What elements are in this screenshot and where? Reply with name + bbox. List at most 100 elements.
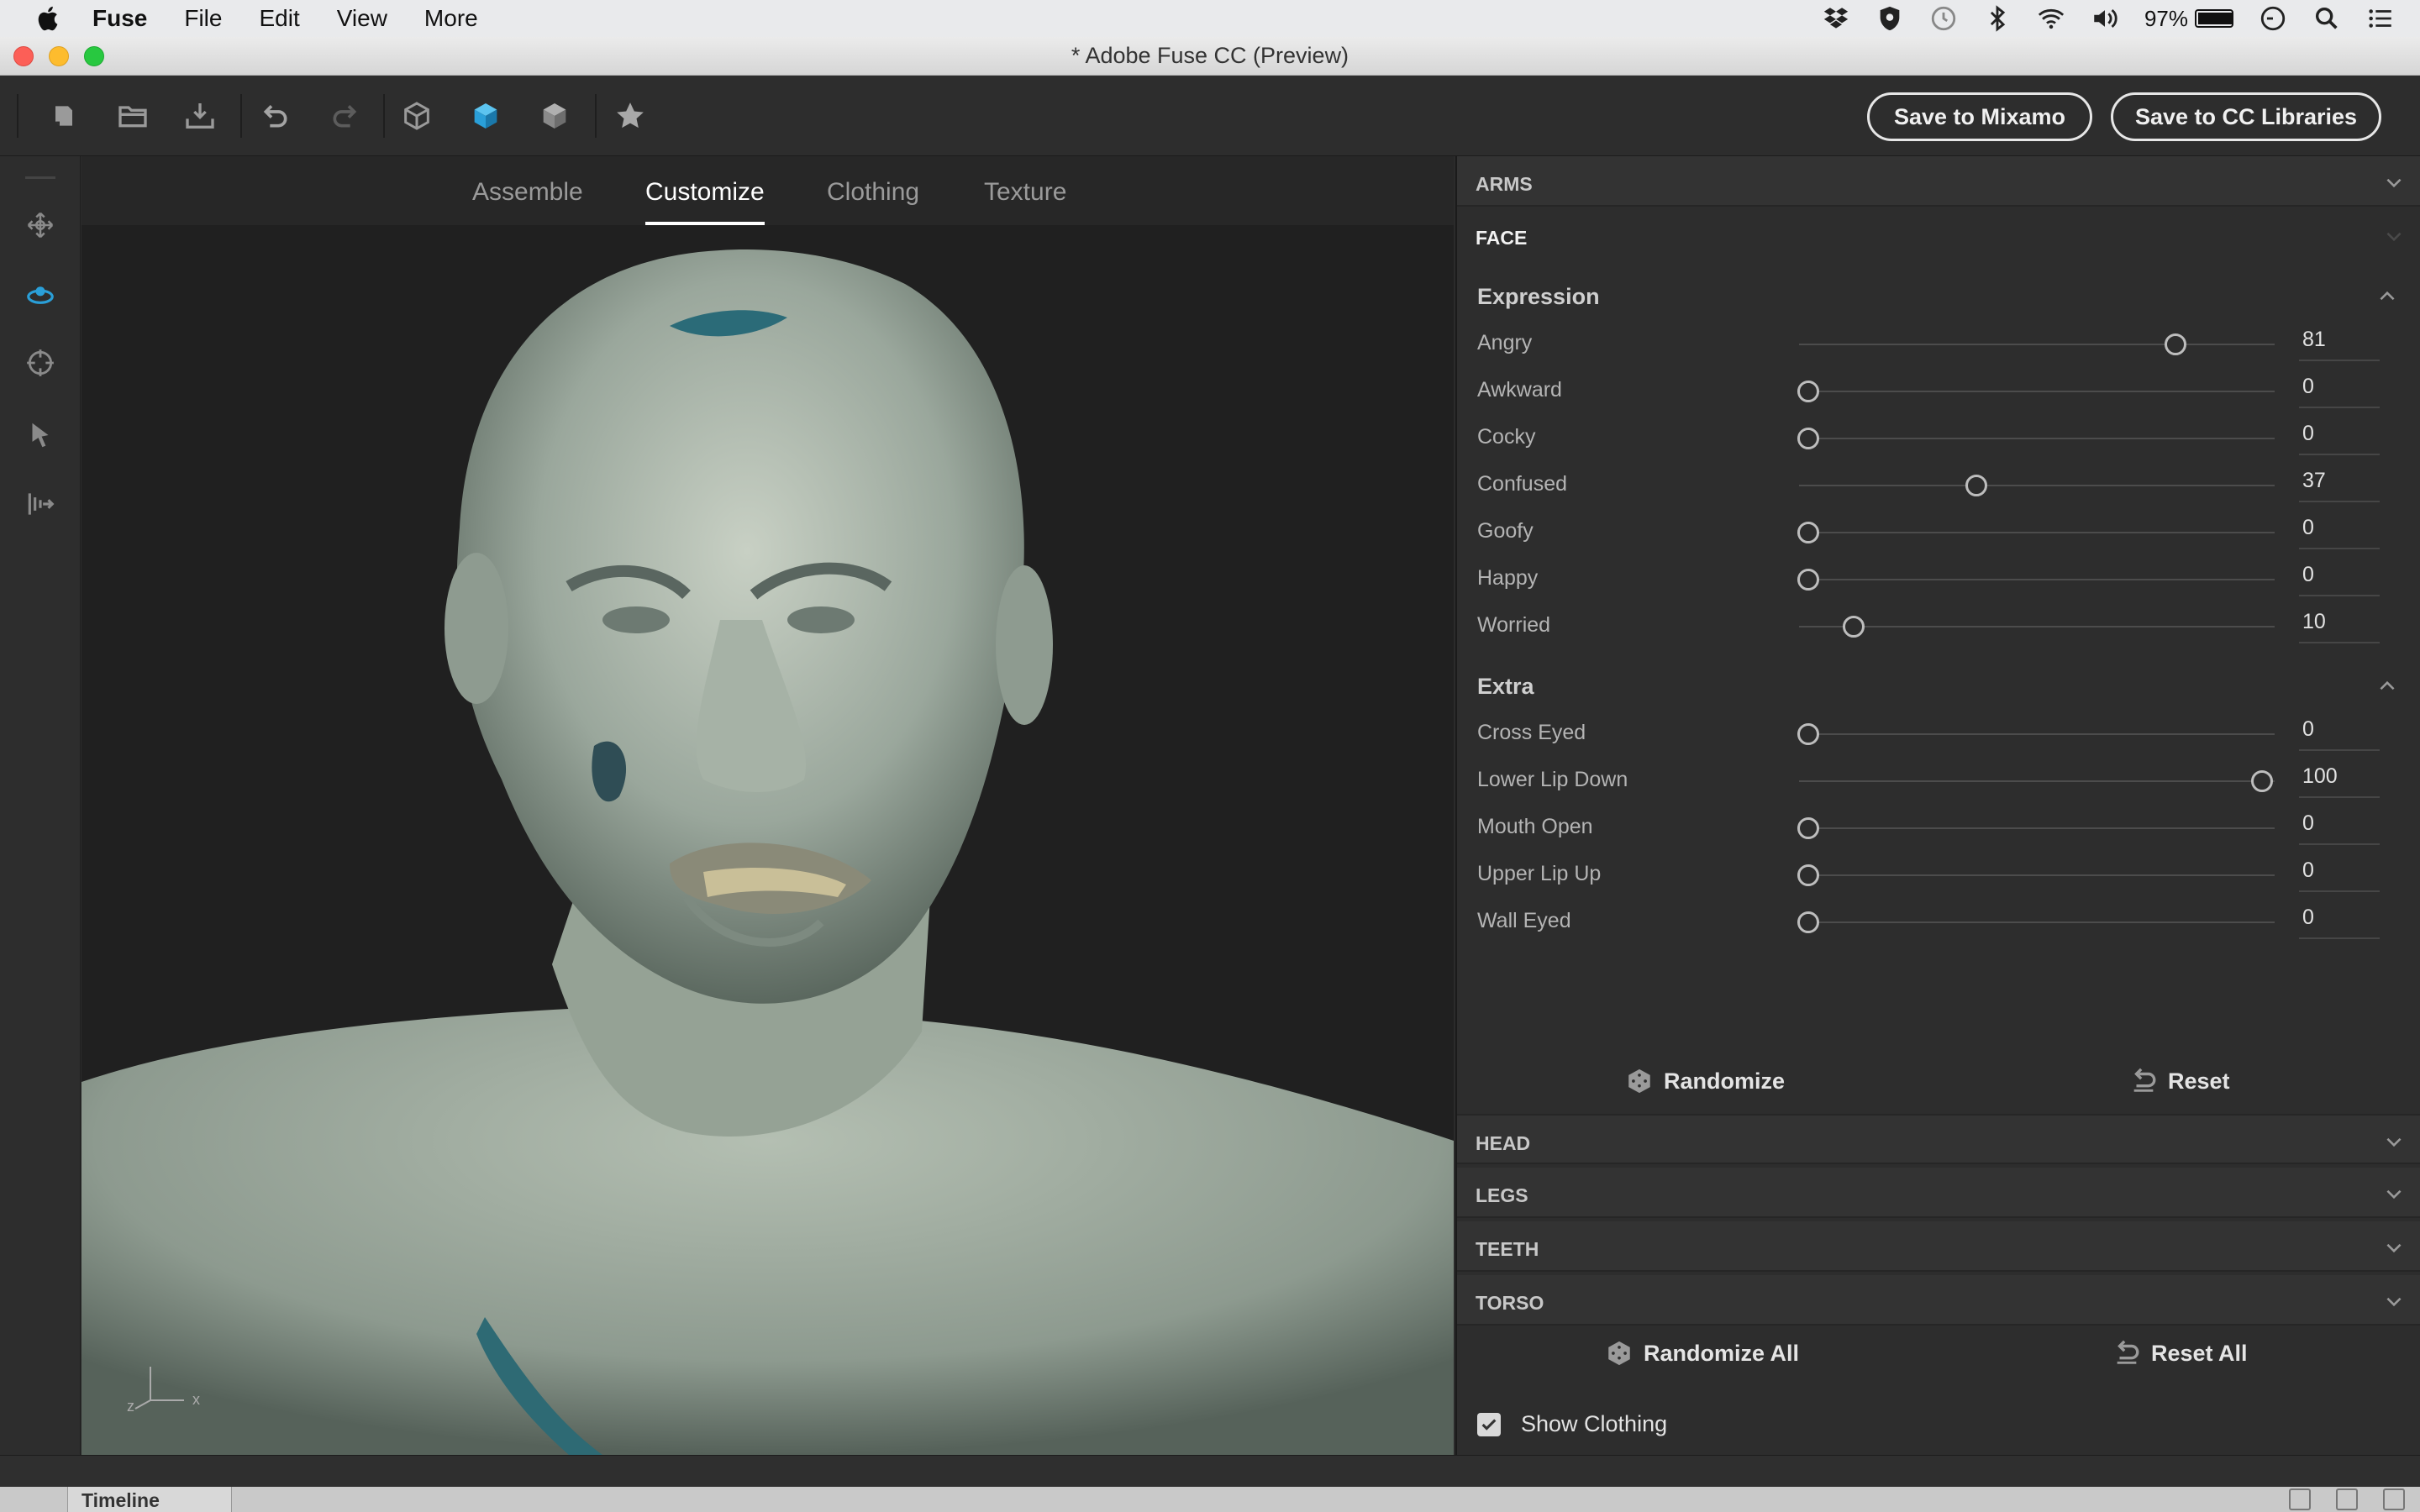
3d-viewport[interactable]: Assemble Customize Clothing Texture z x [82, 156, 1454, 1455]
favorite-button[interactable] [612, 97, 649, 134]
wifi-icon[interactable] [2037, 4, 2065, 33]
zoom-window-button[interactable] [84, 46, 104, 66]
battery-indicator[interactable]: 97% [2144, 6, 2233, 32]
section-torso[interactable]: TORSO [1457, 1275, 2420, 1326]
notification-center-icon[interactable] [2366, 4, 2395, 33]
tab-clothing[interactable]: Clothing [827, 178, 919, 207]
section-teeth[interactable]: TEETH [1457, 1221, 2420, 1272]
reset-all-button[interactable]: Reset All [2112, 1339, 2248, 1368]
slider-track[interactable] [1799, 485, 2275, 486]
tab-texture[interactable]: Texture [984, 178, 1066, 207]
new-file-button[interactable] [45, 97, 82, 134]
tab-customize[interactable]: Customize [645, 178, 765, 225]
slider-value-input[interactable]: 0 [2299, 516, 2380, 549]
section-head-part[interactable]: HEAD [1457, 1114, 2420, 1164]
slider-track[interactable] [1799, 733, 2275, 735]
shield-icon[interactable] [1876, 4, 1904, 33]
character-render[interactable]: z x [82, 225, 1454, 1455]
chevron-up-icon[interactable] [2376, 286, 2398, 307]
slider-handle[interactable] [1797, 911, 1819, 933]
timeline-menu-icon[interactable] [2289, 1488, 2311, 1510]
slider-value-input[interactable]: 100 [2299, 764, 2380, 798]
slider-row-lower-lip-down: Lower Lip Down 100 [1457, 758, 2420, 805]
slider-handle[interactable] [2165, 333, 2187, 355]
timeline-tab[interactable]: Timeline [67, 1487, 232, 1512]
view-wireframe-button[interactable] [398, 97, 435, 134]
volume-icon[interactable] [2091, 4, 2119, 33]
group-expression-title[interactable]: Expression [1477, 284, 1600, 310]
group-extra-title[interactable]: Extra [1477, 674, 1534, 700]
animation-tool-button[interactable] [22, 486, 59, 522]
apple-icon[interactable] [34, 3, 64, 34]
tab-assemble[interactable]: Assemble [472, 178, 583, 207]
slider-handle[interactable] [1797, 723, 1819, 745]
toolbar-divider [595, 94, 597, 138]
menu-app-name[interactable]: Fuse [92, 5, 147, 32]
slider-handle[interactable] [1843, 616, 1865, 638]
save-to-cc-libraries-button[interactable]: Save to CC Libraries [2111, 92, 2381, 141]
slider-value-input[interactable]: 0 [2299, 375, 2380, 408]
slider-value-input[interactable]: 0 [2299, 906, 2380, 939]
timeline-settings-icon[interactable] [2383, 1488, 2405, 1510]
slider-track[interactable] [1799, 827, 2275, 829]
select-tool-button[interactable] [22, 417, 59, 454]
view-solid-button[interactable] [536, 97, 573, 134]
slider-handle[interactable] [1797, 381, 1819, 402]
slider-handle[interactable] [1797, 864, 1819, 886]
slider-track[interactable] [1799, 921, 2275, 923]
slider-track[interactable] [1799, 626, 2275, 627]
slider-track[interactable] [1799, 780, 2275, 782]
slider-handle[interactable] [1797, 522, 1819, 543]
minimize-window-button[interactable] [49, 46, 69, 66]
customize-panel: ARMS FACE Expression Angry 81 Awkward 0 Cock… [1455, 156, 2420, 1455]
section-arms[interactable]: ARMS [1457, 156, 2420, 207]
slider-value-input[interactable]: 0 [2299, 717, 2380, 751]
slider-value-input[interactable]: 81 [2299, 328, 2380, 361]
move-tool-button[interactable] [22, 207, 59, 244]
view-shaded-button[interactable] [467, 97, 504, 134]
time-machine-icon[interactable] [1929, 4, 1958, 33]
menu-view[interactable]: View [337, 5, 387, 32]
spotlight-search-icon[interactable] [2312, 4, 2341, 33]
slider-track[interactable] [1799, 438, 2275, 439]
slider-track[interactable] [1799, 391, 2275, 392]
slider-track[interactable] [1799, 874, 2275, 876]
section-legs[interactable]: LEGS [1457, 1168, 2420, 1218]
bluetooth-icon[interactable] [1983, 4, 2012, 33]
menu-edit[interactable]: Edit [259, 5, 299, 32]
redo-button[interactable] [326, 97, 363, 134]
menu-more[interactable]: More [424, 5, 478, 32]
timeline-export-icon[interactable] [2336, 1488, 2358, 1510]
slider-handle[interactable] [2251, 770, 2273, 792]
slider-track[interactable] [1799, 532, 2275, 533]
slider-handle[interactable] [1797, 428, 1819, 449]
import-button[interactable] [182, 97, 218, 134]
slider-value-input[interactable]: 0 [2299, 858, 2380, 892]
chevron-up-icon[interactable] [2376, 675, 2398, 697]
randomize-button[interactable]: Randomize [1625, 1067, 1785, 1095]
save-to-mixamo-button[interactable]: Save to Mixamo [1867, 92, 2092, 141]
show-clothing-toggle[interactable]: Show Clothing [1477, 1411, 1667, 1437]
slider-value-input[interactable]: 0 [2299, 563, 2380, 596]
slider-track[interactable] [1799, 344, 2275, 345]
open-button[interactable] [114, 97, 151, 134]
slider-track[interactable] [1799, 579, 2275, 580]
reset-button[interactable]: Reset [2129, 1067, 2230, 1095]
randomize-all-button[interactable]: Randomize All [1605, 1339, 1799, 1368]
target-tool-button[interactable] [22, 344, 59, 381]
slider-handle[interactable] [1797, 817, 1819, 839]
section-face[interactable]: FACE [1457, 210, 2420, 260]
undo-button[interactable] [257, 97, 294, 134]
slider-handle[interactable] [1965, 475, 1987, 496]
slider-value-input[interactable]: 10 [2299, 610, 2380, 643]
slider-value-input[interactable]: 37 [2299, 469, 2380, 502]
menu-file[interactable]: File [184, 5, 222, 32]
clock-icon[interactable] [2259, 4, 2287, 33]
show-clothing-checkbox[interactable] [1477, 1412, 1501, 1436]
slider-value-input[interactable]: 0 [2299, 422, 2380, 455]
slider-value-input[interactable]: 0 [2299, 811, 2380, 845]
close-window-button[interactable] [13, 46, 34, 66]
dropbox-icon[interactable] [1822, 4, 1850, 33]
slider-handle[interactable] [1797, 569, 1819, 591]
orbit-tool-button[interactable] [22, 276, 59, 312]
